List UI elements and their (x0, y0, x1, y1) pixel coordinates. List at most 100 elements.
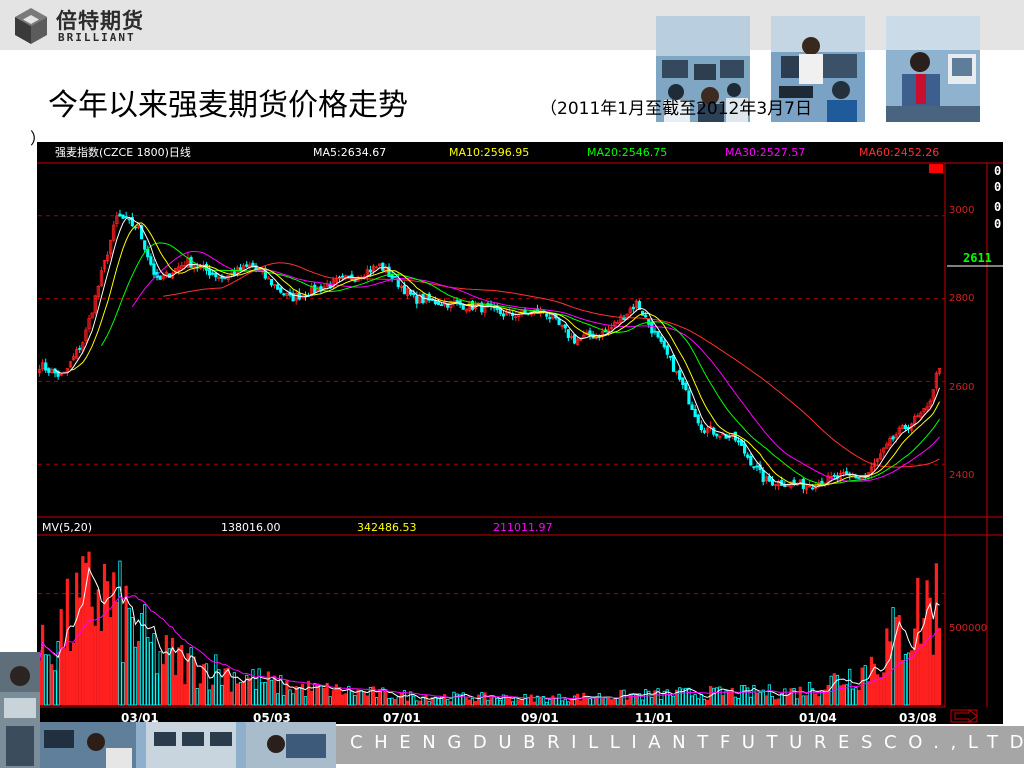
candle-body (548, 317, 552, 319)
candle-body (761, 470, 765, 482)
volume-bar (136, 640, 141, 706)
candle-body (436, 301, 441, 305)
volume-bar (582, 692, 586, 706)
candle-body (167, 273, 172, 278)
candle-body (455, 300, 459, 303)
volume-bar (96, 589, 100, 706)
scroll-marker[interactable] (929, 164, 943, 173)
candle-body (767, 475, 771, 482)
candle-body (143, 240, 147, 250)
y-tick-label: 2800 (949, 293, 974, 304)
volume-bar (594, 698, 598, 706)
candle-body (693, 408, 697, 418)
y-tick-label: 2400 (949, 470, 974, 481)
volume-legend-vol: 138016.00 (221, 521, 281, 534)
legend-ma20: MA20:2546.75 (587, 146, 667, 159)
candle-body (127, 218, 131, 221)
volume-bar (424, 694, 428, 706)
volume-bar (913, 628, 917, 706)
candle-body (402, 285, 407, 295)
volume-bar (517, 699, 521, 706)
volume-bar (520, 699, 524, 706)
candle-body (727, 436, 731, 438)
candle-body (557, 318, 561, 325)
side-digit: 0 (994, 217, 1001, 231)
volume-legend-mv20: 211011.97 (493, 521, 553, 534)
volume-bar (910, 650, 914, 706)
volume-bar (226, 667, 230, 706)
candle-body (755, 465, 759, 468)
volume-bar (272, 675, 277, 706)
volume-bar (931, 654, 935, 706)
candle-body (857, 477, 861, 479)
candle-body (752, 466, 756, 469)
candle-body (653, 330, 657, 333)
photo-trading-floor-3 (886, 16, 980, 122)
candle-body (545, 313, 549, 317)
candle-body (118, 213, 122, 217)
volume-bar (109, 617, 113, 706)
volume-bar (211, 684, 215, 706)
candle-body (501, 313, 506, 317)
volume-bar (625, 699, 629, 706)
candle-body (665, 345, 669, 355)
side-digit: 0 (994, 180, 1001, 194)
volume-bar (576, 693, 580, 706)
volume-bar (483, 692, 487, 706)
brand-logo: 倍特期货 BRILLIANT (14, 5, 194, 47)
candle-body (687, 390, 691, 405)
volume-bar (99, 630, 103, 706)
candle-body (390, 274, 394, 279)
candle-body (656, 331, 660, 338)
volume-bar (721, 695, 725, 706)
volume-bar (473, 701, 478, 706)
candle-body (523, 310, 527, 314)
volume-bar (919, 643, 923, 706)
volume-bar (405, 700, 410, 706)
volume-bar (755, 692, 759, 706)
candle-body (124, 216, 128, 218)
x-tick-label: 03/08 (899, 711, 937, 724)
candle-body (659, 336, 663, 342)
volume-bar (804, 695, 809, 706)
candle-body (439, 304, 444, 307)
candle-body (47, 368, 51, 373)
candle-body (152, 263, 156, 275)
volume-bar (551, 695, 555, 706)
candle-body (770, 479, 775, 486)
volume-bar (183, 684, 187, 706)
volume-bar (489, 697, 493, 706)
volume-bar (508, 698, 512, 706)
volume-bar (773, 699, 778, 706)
candle-body (671, 354, 676, 372)
volume-bar (866, 681, 870, 706)
side-digit: 0 (994, 164, 1001, 178)
volume-bar (115, 601, 119, 706)
candle-body (644, 314, 648, 318)
volume-bar (41, 624, 45, 706)
x-tick-label: 01/04 (799, 711, 837, 724)
volume-bar (248, 677, 252, 706)
volume-bar (464, 697, 468, 706)
volume-bar (384, 689, 388, 706)
volume-bar (242, 681, 246, 706)
volume-y-tick-label: 500000 (949, 623, 987, 634)
x-tick-label: 11/01 (635, 711, 673, 724)
candle-body (149, 256, 153, 265)
page-subtitle: （2011年1月至截至2012年3月7日 (540, 99, 812, 119)
volume-bar (897, 615, 901, 706)
candle-body (381, 262, 385, 271)
candle-body (650, 322, 654, 334)
volume-bar (322, 687, 326, 706)
volume-bar (922, 617, 926, 706)
volume-bar (310, 690, 314, 706)
candle-body (572, 334, 577, 344)
candle-body (696, 414, 700, 424)
volume-bar (857, 689, 861, 706)
volume-bar (177, 647, 181, 706)
candle-body (433, 300, 437, 305)
volume-bar (826, 684, 830, 706)
volume-bar (93, 625, 97, 706)
volume-bar (90, 606, 94, 706)
volume-bar (727, 691, 731, 706)
